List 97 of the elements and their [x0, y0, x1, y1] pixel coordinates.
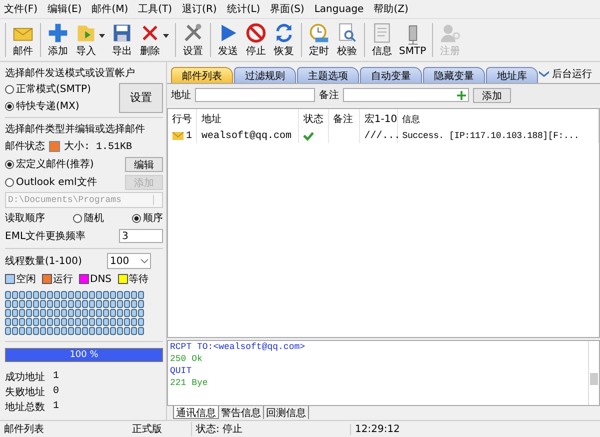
log-line: RCPT TO:<wealsoft@qq.com> [170, 341, 306, 353]
legend-label: 等待 [128, 272, 149, 286]
toolbar-button[interactable]: 信息 [368, 19, 396, 61]
stat-label: 成功地址 [5, 370, 45, 384]
tab[interactable]: 回测信息 [264, 406, 309, 419]
progress-text: 100 % [68, 349, 100, 361]
status-text: 正式版 [131, 422, 163, 436]
settings-button[interactable]: 设置 [119, 82, 163, 112]
toolbar-button[interactable]: 导出 [108, 19, 136, 61]
chevron-icon[interactable] [141, 258, 148, 264]
toolbar-button[interactable]: SMTP [396, 19, 430, 61]
tab[interactable]: 地址库 [486, 67, 538, 83]
chevron-icon [539, 70, 549, 76]
tab[interactable]: 通讯信息 [173, 406, 219, 419]
toolbar-button[interactable]: 导入 [72, 19, 108, 61]
tools-icon [182, 22, 204, 44]
frequency-field[interactable]: 3 [119, 229, 163, 243]
address-field[interactable] [195, 88, 315, 102]
column-header[interactable]: 状态 [299, 109, 329, 129]
clock-icon [308, 22, 330, 44]
add-button[interactable]: 添加 [473, 88, 511, 102]
legend-label: DNS [90, 274, 112, 284]
menu-item[interactable]: 统计(L) [226, 2, 260, 16]
tab[interactable]: 自动变量 [360, 67, 422, 83]
legend-label: 运行 [53, 272, 73, 286]
column-header[interactable]: 备注 [328, 109, 360, 129]
stat-label: 失败地址 [5, 386, 45, 398]
toolbar-button[interactable]: 添加 [44, 19, 72, 61]
toolbar-button[interactable]: 设置 [179, 19, 207, 61]
menu-item[interactable]: 退订(R) [182, 2, 217, 16]
toolbar-button[interactable]: 停止 [242, 19, 270, 61]
toolbar-button[interactable]: 删除 [136, 19, 172, 61]
stat-label: 地址总数 [5, 400, 45, 414]
menu-item[interactable]: 工具(T) [138, 2, 172, 16]
menu-item[interactable]: Language [314, 4, 364, 14]
edit-button[interactable]: 编辑 [125, 156, 163, 172]
order-label: 读取顺序 [5, 212, 45, 225]
toolbar-button[interactable]: 邮件 [9, 19, 37, 61]
scrollbar[interactable] [588, 341, 599, 405]
radio-option[interactable]: 宏定义邮件(推荐) [5, 157, 94, 171]
radio-option[interactable]: 顺序 [132, 211, 163, 225]
menu-item[interactable]: 编辑(E) [48, 2, 82, 16]
eml-frequency-label: EML文件更换频率 [5, 230, 86, 243]
size-text: 大小: 1.51KB [64, 140, 132, 153]
radio-option[interactable]: 正常模式(SMTP) [5, 82, 91, 96]
toolbar-button[interactable]: 发送 [214, 19, 242, 61]
status-text: 状态: 停止 [191, 422, 350, 436]
mail-status-label: 邮件状态 [5, 140, 45, 153]
thread-count-combo[interactable]: 100 [107, 253, 151, 269]
section-title: 选择邮件类型并编辑或选择邮件 [5, 122, 146, 136]
doc-icon [371, 22, 393, 44]
tab[interactable]: 主题选项 [297, 67, 359, 83]
tab[interactable]: 邮件列表 [171, 67, 233, 83]
address-label: 地址 [171, 88, 191, 102]
legend-label: 空闲 [16, 272, 36, 286]
status-text: 邮件列表 [3, 422, 45, 436]
plus-icon [47, 22, 69, 44]
table-cell: ///... [360, 129, 398, 143]
stat-value: 0 [53, 386, 60, 397]
section-title: 选择邮件发送模式或设置帐户 [5, 66, 136, 80]
user-icon [439, 22, 462, 44]
column-header[interactable]: 地址 [197, 109, 300, 129]
background-run-link[interactable]: 后台运行 [539, 66, 600, 80]
caret-icon[interactable] [99, 34, 105, 38]
note-field[interactable] [343, 88, 469, 102]
menu-item[interactable]: 界面(S) [270, 2, 304, 16]
note-label: 备注 [319, 88, 339, 102]
radio-option[interactable]: Outlook eml文件 [5, 175, 97, 189]
tab[interactable]: 过滤规则 [234, 67, 296, 83]
table-cell: Success. [IP:117.10.103.188][F:... [398, 129, 599, 143]
column-header[interactable]: 宏1-10 [360, 109, 398, 129]
tab[interactable]: 隐藏变量 [423, 67, 485, 83]
envelope-icon [172, 132, 184, 140]
table-cell: wealsoft@qq.com [197, 129, 300, 143]
menu-item[interactable]: 文件(F) [4, 2, 38, 16]
column-header[interactable]: 信息 [398, 109, 599, 129]
menu-item[interactable]: 邮件(M) [92, 2, 128, 16]
toolbar-button[interactable]: 恢复 [270, 19, 298, 61]
toolbar-button[interactable]: 校验 [333, 19, 361, 61]
caret-icon[interactable] [163, 34, 169, 38]
stat-value: 1 [53, 371, 60, 382]
stop-icon [245, 22, 267, 44]
status-text: 12:29:12 [350, 424, 404, 434]
stat-value: 1 [53, 401, 60, 412]
radio-option[interactable]: 随机 [73, 211, 104, 225]
table-cell: 1 [186, 130, 192, 142]
log-line: QUIT [170, 365, 193, 377]
thread-count-label: 线程数量(1-100) [5, 254, 82, 268]
save-icon [111, 22, 133, 44]
plus-icon[interactable] [457, 90, 466, 100]
radio-option[interactable]: 特快专递(MX) [5, 99, 91, 113]
menu-item[interactable]: 帮助(Z) [374, 2, 408, 16]
log-line: 250 Ok [170, 353, 204, 365]
column-header[interactable]: 行号 [168, 109, 198, 129]
tab[interactable]: 警告信息 [219, 406, 264, 419]
log-line: 221 Bye [170, 377, 209, 389]
toolbar-button[interactable]: 定时 [305, 19, 333, 61]
